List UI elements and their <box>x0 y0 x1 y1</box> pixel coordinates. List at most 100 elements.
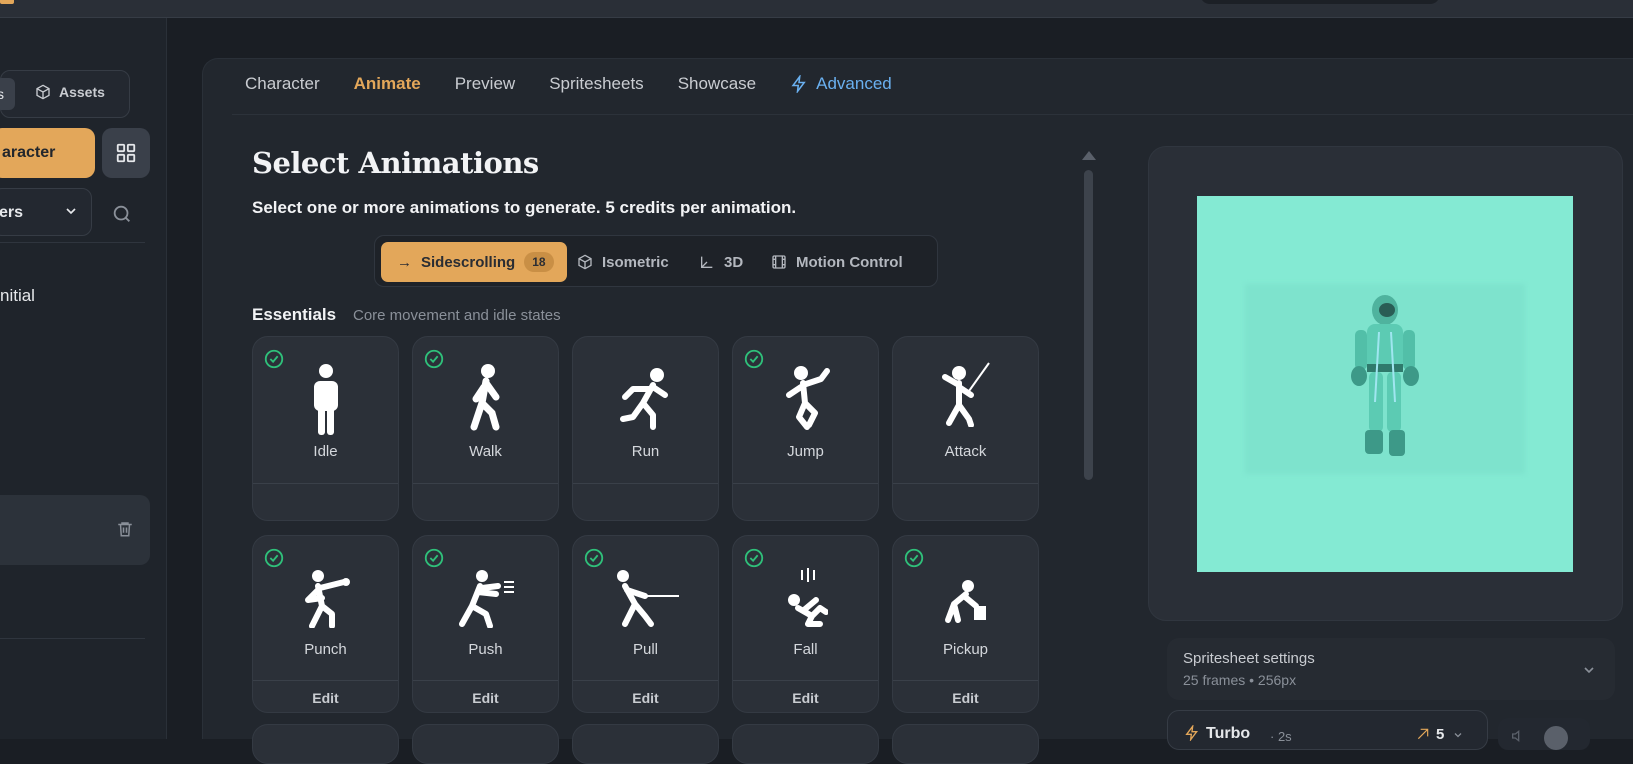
astronaut-character <box>1351 295 1419 456</box>
grid-icon <box>116 143 136 163</box>
tab-preview[interactable]: Preview <box>455 74 515 94</box>
trash-icon[interactable] <box>116 519 134 539</box>
tab-showcase[interactable]: Showcase <box>678 74 756 94</box>
pickup-icon <box>893 580 1038 624</box>
card-label: Punch <box>304 641 347 658</box>
animation-card[interactable] <box>732 724 879 764</box>
card-label: Jump <box>787 443 824 460</box>
animation-card-fall[interactable]: Fall Edit <box>732 535 879 713</box>
mode-sidescrolling[interactable]: → Sidescrolling 18 <box>381 242 567 282</box>
settings-detail: 25 frames • 256px <box>1183 672 1297 688</box>
walk-icon <box>413 363 558 435</box>
turbo-credits: 5 <box>1436 726 1445 743</box>
mode-motion-control[interactable]: Motion Control <box>771 242 903 282</box>
chevron-down-icon <box>1454 733 1462 738</box>
grid-view-button[interactable] <box>102 128 150 178</box>
section-title: Essentials <box>252 305 337 324</box>
logo <box>0 0 14 4</box>
card-divider <box>253 483 398 484</box>
edit-button[interactable]: Edit <box>573 690 718 706</box>
sidebar-item-initial[interactable]: nitial <box>0 286 35 306</box>
chevron-down-icon <box>1584 667 1594 674</box>
card-divider <box>733 680 878 681</box>
filter-select-value: ers <box>0 204 24 221</box>
spritesheet-settings[interactable]: Spritesheet settings 25 frames • 256px <box>1167 638 1615 700</box>
animation-card-punch[interactable]: Punch Edit <box>252 535 399 713</box>
animation-card-idle[interactable]: Idle <box>252 336 399 521</box>
segment-characters[interactable]: s <box>0 78 15 110</box>
card-divider <box>893 680 1038 681</box>
idle-icon <box>253 363 398 435</box>
character-card[interactable] <box>0 495 150 565</box>
push-icon <box>413 570 558 628</box>
animation-card[interactable] <box>252 724 399 764</box>
chevron-down-icon <box>66 208 76 215</box>
turbo-label: Turbo <box>1206 725 1251 742</box>
punch-icon <box>253 570 398 628</box>
lightning-icon <box>791 75 806 93</box>
arrow-right-icon: → <box>397 253 412 271</box>
mode-motion-control-label: Motion Control <box>796 253 903 271</box>
count-badge: 18 <box>524 252 554 272</box>
edit-button[interactable]: Edit <box>733 690 878 706</box>
segment-assets-label: Assets <box>59 84 105 100</box>
edit-button[interactable]: Edit <box>413 690 558 706</box>
create-character-button[interactable]: aracter <box>0 128 95 178</box>
animation-card-jump[interactable]: Jump <box>732 336 879 521</box>
card-divider <box>733 483 878 484</box>
scrollbar-thumb[interactable] <box>1084 170 1093 480</box>
fall-icon <box>733 568 878 628</box>
segment-assets[interactable]: Assets <box>35 84 105 100</box>
top-search-pill[interactable] <box>1200 0 1440 4</box>
animation-card-run[interactable]: Run <box>572 336 719 521</box>
search-button[interactable] <box>108 200 136 228</box>
card-divider <box>573 483 718 484</box>
animation-card[interactable] <box>572 724 719 764</box>
tab-animate[interactable]: Animate <box>354 74 421 94</box>
animation-card-push[interactable]: Push Edit <box>412 535 559 713</box>
page-subtitle: Select one or more animations to generat… <box>252 198 797 217</box>
cube-icon <box>36 84 50 100</box>
mode-3d[interactable]: 3D <box>699 242 743 282</box>
card-label: Idle <box>313 443 338 460</box>
card-label: Walk <box>469 443 502 460</box>
card-label: Pickup <box>942 641 989 658</box>
check-circle-icon <box>584 548 604 568</box>
pull-icon <box>573 570 718 628</box>
animation-card-attack[interactable]: Attack <box>892 336 1039 521</box>
mode-isometric[interactable]: Isometric <box>577 242 669 282</box>
attack-icon <box>893 361 1038 427</box>
animation-card-walk[interactable]: Walk <box>412 336 559 521</box>
edit-button[interactable]: Edit <box>893 690 1038 706</box>
mode-3d-label: 3D <box>724 253 744 271</box>
edit-button[interactable]: Edit <box>253 690 398 706</box>
animation-card-pickup[interactable]: Pickup Edit <box>892 535 1039 713</box>
turbo-time: · 2s <box>1270 729 1292 744</box>
cube-icon <box>578 254 592 270</box>
animation-card-pull[interactable]: Pull Edit <box>572 535 719 713</box>
sidebar-segment-control: s Assets <box>0 70 130 118</box>
card-label: Attack <box>944 443 987 460</box>
tab-bar: Character Animate Preview Spritesheets S… <box>245 74 892 94</box>
filter-select[interactable]: ers <box>0 188 92 236</box>
page-title: Select Animations <box>252 146 539 180</box>
animation-card[interactable] <box>412 724 559 764</box>
check-circle-icon <box>744 548 764 568</box>
tab-advanced[interactable]: Advanced <box>790 74 892 94</box>
check-circle-icon <box>264 548 284 568</box>
settings-title: Spritesheet settings <box>1183 650 1315 667</box>
sound-toggle[interactable] <box>1498 718 1590 750</box>
scroll-up-arrow[interactable] <box>1082 151 1096 160</box>
turbo-selector[interactable]: Turbo · 2s 5 <box>1167 710 1488 750</box>
check-circle-icon <box>904 548 924 568</box>
animation-card[interactable] <box>892 724 1039 764</box>
top-bar <box>0 0 1633 18</box>
tab-character[interactable]: Character <box>245 74 320 94</box>
card-divider <box>413 483 558 484</box>
tab-advanced-label: Advanced <box>816 74 892 93</box>
sidebar-divider <box>0 242 145 243</box>
card-label: Pull <box>632 641 658 658</box>
tab-spritesheets[interactable]: Spritesheets <box>549 74 644 94</box>
card-label: Run <box>631 443 660 460</box>
card-divider <box>893 483 1038 484</box>
